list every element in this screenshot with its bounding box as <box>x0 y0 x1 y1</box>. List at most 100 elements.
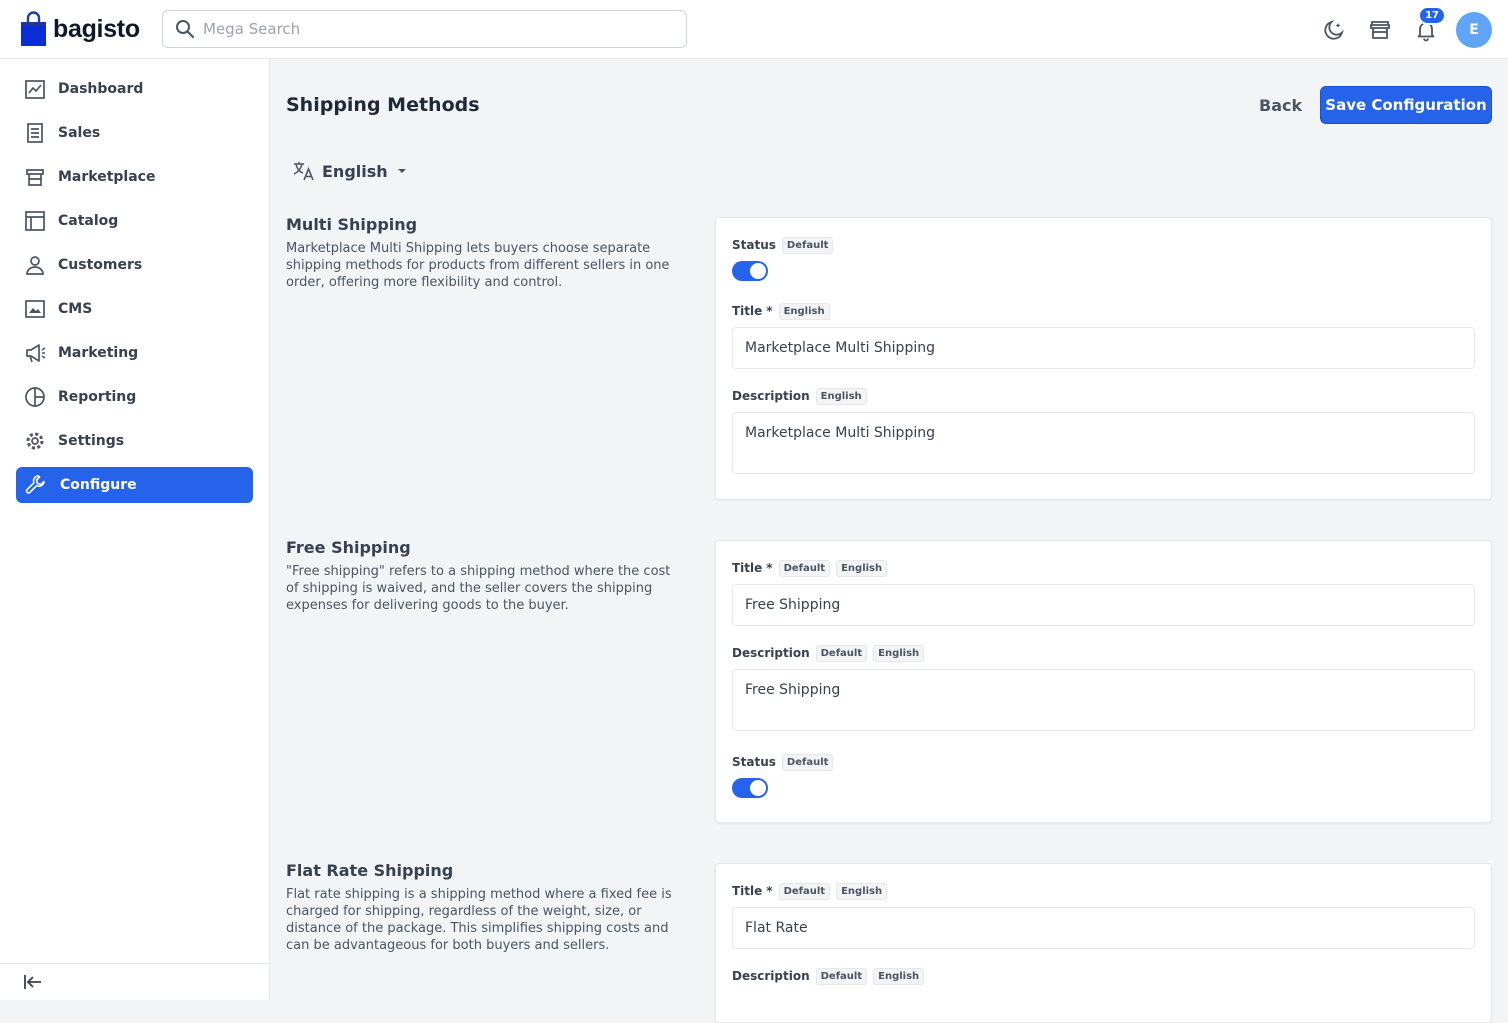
sidebar-nav: Dashboard Sales Marketplace Catalog Cust… <box>0 59 269 503</box>
notifications-button[interactable]: 17 <box>1410 6 1446 46</box>
mega-search[interactable] <box>162 10 687 48</box>
pie-chart-icon <box>25 387 45 407</box>
title-label: Title * English <box>732 300 1475 322</box>
field-label-text: Status <box>732 238 776 252</box>
description-label: Description Default English <box>732 642 1475 664</box>
collapse-sidebar-button[interactable] <box>0 963 270 1000</box>
search-icon <box>176 20 195 39</box>
sidebar-item-customers[interactable]: Customers <box>16 247 253 283</box>
megaphone-icon <box>26 344 46 363</box>
sidebar-item-configure[interactable]: Configure <box>16 467 253 503</box>
free-shipping-card: Title * Default English Free Shipping Des… <box>715 540 1492 823</box>
top-bar: bagisto 17 E <box>0 0 1508 59</box>
multi-shipping-card: Status Default Title * English Marketplac… <box>715 217 1492 500</box>
field-label-text: Status <box>732 755 776 769</box>
scope-tag: English <box>778 302 830 320</box>
scope-tag: Default <box>815 644 868 662</box>
sidebar-item-reporting[interactable]: Reporting <box>16 379 253 415</box>
title-input[interactable]: Free Shipping <box>732 584 1475 626</box>
scope-tag: English <box>836 559 888 577</box>
avatar[interactable]: E <box>1456 12 1492 48</box>
title-label: Title * Default English <box>732 557 1475 579</box>
header-actions: 17 E <box>1318 6 1492 48</box>
scope-tag: Default <box>781 753 834 771</box>
save-configuration-button[interactable]: Save Configuration <box>1320 86 1492 124</box>
scope-tag: Default <box>781 236 834 254</box>
description-textarea[interactable]: Free Shipping <box>732 669 1475 731</box>
multi-shipping-info: Multi Shipping Marketplace Multi Shippin… <box>286 215 676 291</box>
sidebar-item-label: Marketing <box>58 345 139 361</box>
gear-icon <box>26 432 44 450</box>
required-mark: * <box>766 561 773 575</box>
description-label: Description English <box>732 385 1475 407</box>
title-label: Title * Default English <box>732 880 1475 902</box>
title-input[interactable]: Flat Rate <box>732 907 1475 949</box>
sidebar-item-label: Settings <box>58 433 125 449</box>
status-toggle[interactable] <box>732 778 768 798</box>
sidebar-item-dashboard[interactable]: Dashboard <box>16 71 253 107</box>
back-button[interactable]: Back <box>1245 94 1316 117</box>
field-label-text: Title <box>732 561 763 575</box>
sales-icon <box>27 123 43 143</box>
field-label-text: Title <box>732 884 763 898</box>
sidebar-item-label: Configure <box>60 477 137 493</box>
scope-tag: Default <box>778 559 831 577</box>
status-toggle[interactable] <box>732 261 768 281</box>
dark-mode-toggle[interactable] <box>1318 14 1350 46</box>
catalog-icon <box>25 211 45 231</box>
field-label-text: Title <box>732 304 763 318</box>
shopping-bag-icon <box>21 11 46 46</box>
locale-label: English <box>322 161 388 181</box>
sidebar-item-settings[interactable]: Settings <box>16 423 253 459</box>
status-label: Status Default <box>732 751 1475 773</box>
logo[interactable]: bagisto <box>20 11 140 47</box>
brand-name: bagisto <box>53 14 140 43</box>
main-content: Shipping Methods Back Save Configuration… <box>270 59 1508 1023</box>
notification-badge: 17 <box>1418 6 1446 25</box>
scope-tag: Default <box>815 967 868 985</box>
store-icon <box>26 169 44 186</box>
moon-icon <box>1324 20 1344 40</box>
sidebar-item-label: Sales <box>58 125 101 141</box>
sidebar-item-label: Reporting <box>58 389 137 405</box>
description-textarea[interactable]: Marketplace Multi Shipping <box>732 412 1475 474</box>
store-icon <box>1370 21 1390 39</box>
section-description: Marketplace Multi Shipping lets buyers c… <box>286 241 670 290</box>
description-label: Description Default English <box>732 965 1475 987</box>
page-title: Shipping Methods <box>286 94 480 116</box>
section-description: "Free shipping" refers to a shipping met… <box>286 564 671 613</box>
sidebar-item-sales[interactable]: Sales <box>16 115 253 151</box>
search-input[interactable] <box>203 20 663 38</box>
wrench-icon <box>25 475 45 494</box>
scope-tag: English <box>836 882 888 900</box>
sidebar-item-catalog[interactable]: Catalog <box>16 203 253 239</box>
scope-tag: English <box>815 387 867 405</box>
sidebar: Dashboard Sales Marketplace Catalog Cust… <box>0 59 270 1000</box>
sidebar-item-marketplace[interactable]: Marketplace <box>16 159 253 195</box>
status-label: Status Default <box>732 234 1475 256</box>
field-label-text: Description <box>732 389 810 403</box>
section-title: Multi Shipping <box>286 215 418 234</box>
field-label-text: Description <box>732 646 810 660</box>
scope-tag: English <box>873 644 925 662</box>
required-mark: * <box>766 884 773 898</box>
cms-icon <box>25 300 45 318</box>
section-title: Free Shipping <box>286 538 411 557</box>
sidebar-item-label: Customers <box>58 257 143 273</box>
field-label-text: Description <box>732 969 810 983</box>
required-mark: * <box>766 304 773 318</box>
dashboard-icon <box>25 80 45 99</box>
sidebar-item-marketing[interactable]: Marketing <box>16 335 253 371</box>
translate-icon <box>293 162 314 181</box>
scope-tag: English <box>873 967 925 985</box>
sidebar-item-cms[interactable]: CMS <box>16 291 253 327</box>
flat-rate-info: Flat Rate Shipping Flat rate shipping is… <box>286 861 676 954</box>
sidebar-item-label: CMS <box>58 301 93 317</box>
storefront-button[interactable] <box>1364 14 1396 46</box>
sidebar-item-label: Marketplace <box>58 169 156 185</box>
locale-switcher[interactable]: English <box>292 160 410 182</box>
title-input[interactable]: Marketplace Multi Shipping <box>732 327 1475 369</box>
caret-down-icon <box>397 169 406 173</box>
collapse-icon <box>24 975 41 989</box>
sidebar-item-label: Catalog <box>58 213 119 229</box>
